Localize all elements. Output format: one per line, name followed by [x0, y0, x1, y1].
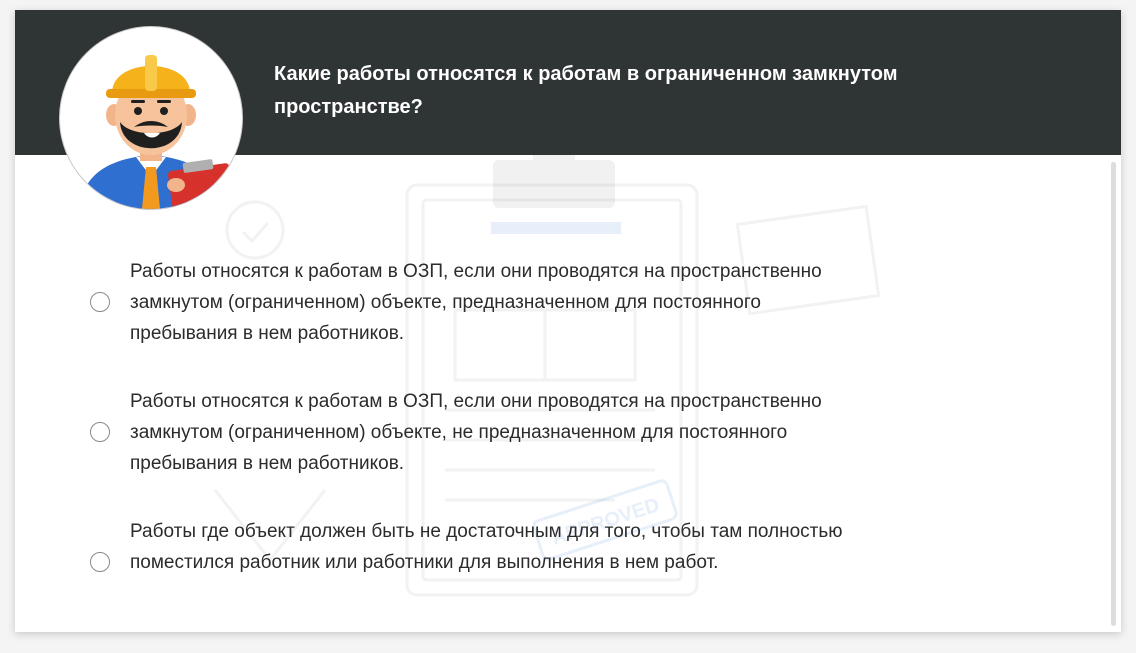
radio-button-option-3[interactable]	[90, 552, 110, 572]
radio-button-option-1[interactable]	[90, 292, 110, 312]
answer-option-3[interactable]: Работы где объект должен быть не достато…	[90, 516, 850, 612]
answer-option-1[interactable]: Работы относятся к работам в ОЗП, если о…	[90, 256, 850, 352]
answer-option-1-text: Работы относятся к работам в ОЗП, если о…	[130, 261, 822, 344]
worker-avatar-icon	[59, 26, 243, 210]
quiz-card: APPROVED Какие работы относятся к работа…	[15, 10, 1121, 632]
radio-button-option-2[interactable]	[90, 422, 110, 442]
answer-option-2-text: Работы относятся к работам в ОЗП, если о…	[130, 391, 822, 474]
answer-option-2[interactable]: Работы относятся к работам в ОЗП, если о…	[90, 386, 850, 482]
scrollbar[interactable]	[1111, 162, 1116, 626]
answer-option-3-text: Работы где объект должен быть не достато…	[130, 521, 843, 573]
